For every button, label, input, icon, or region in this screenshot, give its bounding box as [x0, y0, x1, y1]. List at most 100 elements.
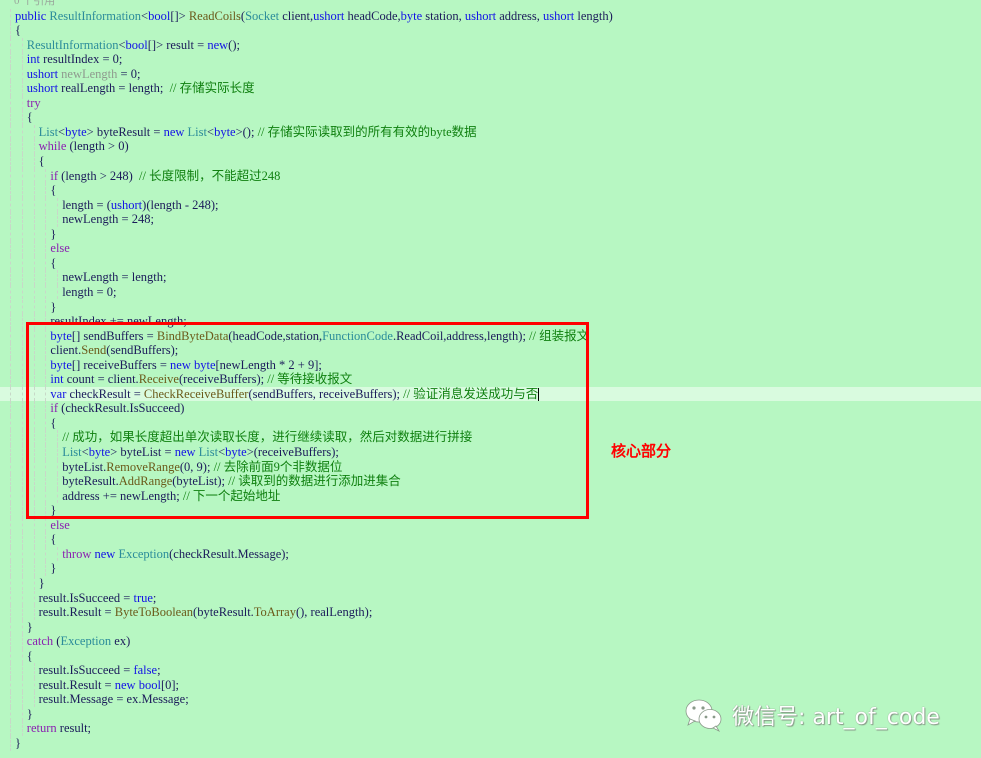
indent-guide: [10, 139, 11, 154]
indent-guide: [10, 343, 11, 358]
code-line[interactable]: {: [0, 415, 981, 431]
indent-guide: [21, 721, 23, 736]
code-token: {: [26, 648, 33, 663]
code-token: byteList.: [62, 459, 107, 474]
code-line[interactable]: {: [0, 154, 981, 169]
code-token: Exception: [118, 546, 170, 561]
code-line[interactable]: resultIndex += newLength;: [0, 314, 981, 329]
code-line[interactable]: }: [0, 575, 981, 591]
indent-guide: [10, 517, 11, 533]
code-line[interactable]: {: [0, 532, 981, 547]
code-line[interactable]: }: [0, 226, 981, 242]
code-line[interactable]: if (length > 248) // 长度限制，不能超过248: [0, 168, 981, 184]
code-line[interactable]: byte[] sendBuffers = BindByteData(headCo…: [0, 328, 981, 344]
indent-guide: [45, 372, 47, 387]
indent-guide: [10, 648, 11, 664]
code-line[interactable]: }: [0, 619, 981, 635]
code-token: (), realLength);: [295, 605, 373, 620]
code-line[interactable]: byte[] receiveBuffers = new byte[newLeng…: [0, 357, 981, 373]
code-line[interactable]: ushort newLength = 0;: [0, 66, 981, 82]
code-line[interactable]: {: [0, 183, 981, 198]
code-line[interactable]: }: [0, 503, 981, 518]
code-line[interactable]: List<byte> byteResult = new List<byte>()…: [0, 124, 981, 140]
code-line[interactable]: try: [0, 95, 981, 111]
code-token: result.Result =: [38, 677, 115, 692]
code-line[interactable]: {: [0, 23, 981, 38]
code-text: throw new Exception(checkResult.Message)…: [62, 547, 289, 562]
code-token: false: [133, 663, 158, 678]
code-token: return: [26, 721, 57, 736]
code-line[interactable]: {: [0, 648, 981, 664]
indent-guide: [10, 255, 11, 271]
code-line[interactable]: ushort realLength = length; // 存储实际长度: [0, 81, 981, 96]
code-token: result.Result =: [38, 605, 115, 620]
indent-guide: [21, 212, 23, 227]
code-line[interactable]: result.Result = ByteToBoolean(byteResult…: [0, 605, 981, 620]
code-token: realLength = length;: [58, 81, 170, 96]
code-text: }: [15, 736, 21, 751]
indent-guide: [45, 241, 47, 256]
code-line[interactable]: newLength = 248;: [0, 212, 981, 227]
code-line[interactable]: length = 0;: [0, 284, 981, 300]
code-line[interactable]: result.IsSucceed = false;: [0, 663, 981, 678]
indent-guide: [45, 459, 47, 475]
code-token: true: [133, 590, 153, 605]
codelens-references[interactable]: 0 个引用: [14, 0, 55, 8]
indent-guide: [45, 328, 47, 344]
code-editor[interactable]: 0 个引用 public ResultInformation<bool[]> R…: [0, 0, 981, 758]
indent-guide: [33, 314, 35, 329]
code-token: // 成功，如果长度超出单次读取长度，进行继续读取，然后对数据进行拼接: [62, 430, 473, 445]
code-text: length = 0;: [62, 285, 116, 300]
code-line[interactable]: address += newLength; // 下一个起始地址: [0, 488, 981, 504]
code-line[interactable]: byteResult.AddRange(byteList); // 读取到的数据…: [0, 474, 981, 489]
code-token: <: [118, 37, 126, 52]
code-line[interactable]: if (checkResult.IsSucceed): [0, 401, 981, 416]
code-line[interactable]: {: [0, 255, 981, 271]
indent-guide: [10, 415, 11, 431]
code-line[interactable]: int count = client.Receive(receiveBuffer…: [0, 372, 981, 387]
code-token: >();: [235, 124, 258, 139]
code-line[interactable]: public ResultInformation<bool[]> ReadCoi…: [0, 8, 981, 23]
indent-guide: [33, 692, 35, 707]
code-line[interactable]: throw new Exception(checkResult.Message)…: [0, 546, 981, 562]
code-line[interactable]: else: [0, 241, 981, 256]
code-token: }: [50, 561, 57, 576]
indent-guide: [45, 357, 47, 373]
code-line[interactable]: catch (Exception ex): [0, 634, 981, 649]
code-line[interactable]: result.IsSucceed = true;: [0, 590, 981, 605]
code-line[interactable]: byteList.RemoveRange(0, 9); // 去除前面9个非数据…: [0, 459, 981, 475]
code-token: [] sendBuffers =: [71, 328, 157, 343]
indent-guide: [21, 124, 23, 140]
code-line[interactable]: ResultInformation<bool[]> result = new()…: [0, 37, 981, 53]
indent-guide: [21, 154, 23, 169]
code-line[interactable]: length = (ushort)(length - 248);: [0, 197, 981, 213]
indent-guide: [10, 488, 11, 504]
code-line[interactable]: while (length > 0): [0, 139, 981, 154]
code-line[interactable]: }: [0, 736, 981, 751]
code-token: try: [26, 95, 41, 110]
indent-guide: [45, 445, 47, 460]
code-line[interactable]: }: [0, 561, 981, 576]
indent-guide: [57, 474, 59, 489]
code-token: >(receiveBuffers);: [246, 445, 339, 459]
indent-guide: [33, 474, 35, 489]
code-line[interactable]: else: [0, 517, 981, 533]
core-section-label: 核心部分: [611, 442, 672, 460]
code-line[interactable]: client.Send(sendBuffers);: [0, 343, 981, 358]
code-line[interactable]: List<byte> byteList = new List<byte>(rec…: [0, 445, 981, 460]
code-token: byte: [225, 445, 247, 459]
indent-guide: [10, 430, 11, 445]
indent-guide: [10, 314, 11, 329]
indent-guide: [10, 706, 11, 722]
code-text: {: [50, 416, 56, 431]
wechat-icon: [685, 699, 722, 732]
code-line[interactable]: newLength = length;: [0, 270, 981, 285]
code-line[interactable]: }: [0, 299, 981, 314]
code-line[interactable]: // 成功，如果长度超出单次读取长度，进行继续读取，然后对数据进行拼接: [0, 430, 981, 445]
text-caret: [538, 388, 540, 402]
code-line[interactable]: int resultIndex = 0;: [0, 52, 981, 67]
code-line[interactable]: result.Result = new bool[0];: [0, 677, 981, 693]
code-line[interactable]: {: [0, 110, 981, 125]
code-line[interactable]: var checkResult = CheckReceiveBuffer(sen…: [0, 386, 981, 402]
indent-guide: [10, 8, 11, 23]
